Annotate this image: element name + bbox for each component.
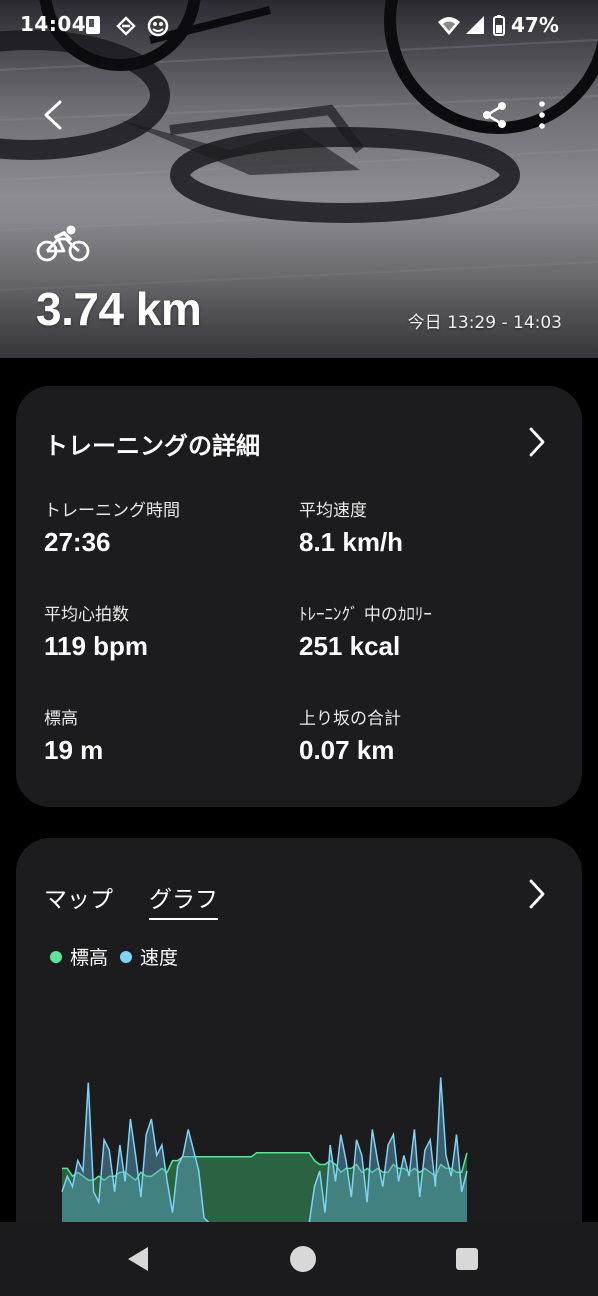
metric-label: 上り坂の合計 — [299, 709, 401, 729]
system-nav-bar — [0, 1222, 598, 1296]
share-icon[interactable] — [480, 100, 510, 130]
metric-avg-speed: 平均速度 8.1 km/h — [299, 496, 403, 558]
metric-avg-heart-rate: 平均心拍数 119 bpm — [44, 600, 148, 662]
battery-icon — [493, 15, 505, 36]
nav-recents-icon[interactable] — [454, 1244, 480, 1274]
app-notification-icon — [147, 15, 169, 37]
sim-icon — [86, 16, 100, 34]
chevron-right-icon[interactable] — [526, 878, 548, 910]
status-time: 14:04 — [20, 12, 87, 36]
metric-value: 251 kcal — [299, 631, 401, 661]
chevron-right-icon[interactable] — [526, 426, 548, 458]
legend-dot — [120, 950, 133, 963]
metric-calories: ﾄﾚｰﾆﾝｸﾞ 中のｶﾛﾘｰ 251 kcal — [299, 600, 432, 662]
legend-item-speed: 速度 — [120, 943, 178, 970]
workout-chart — [61, 1077, 468, 1223]
metric-label: 平均心拍数 — [44, 605, 129, 625]
metric-value: 19 m — [44, 735, 104, 765]
legend-label: 標高 — [70, 947, 109, 969]
training-details-card[interactable]: トレーニングの詳細 トレーニング時間 27:36 平均速度 8.1 km/h 平… — [16, 386, 582, 807]
metric-duration: トレーニング時間 27:36 — [44, 496, 180, 558]
metric-label: 標高 — [44, 709, 78, 729]
metric-value: 119 bpm — [44, 631, 149, 661]
metric-value: 0.07 km — [299, 735, 395, 765]
workout-datetime: 今日 13:29 - 14:03 — [407, 313, 562, 333]
battery-percent: 47% — [511, 13, 559, 37]
card-title: トレーニングの詳細 — [44, 432, 260, 460]
legend-dot — [50, 950, 62, 963]
back-icon[interactable] — [38, 98, 70, 132]
metric-value: 27:36 — [44, 527, 111, 557]
legend-label: 速度 — [140, 947, 179, 969]
more-options-icon[interactable] — [532, 100, 552, 130]
workout-detail-screen: 14:04 47% 3.74 km 今日 13:29 - 14:03 トレーニン… — [0, 0, 598, 1296]
signal-icon — [466, 16, 484, 34]
metric-total-uphill: 上り坂の合計 0.07 km — [299, 704, 401, 766]
tab-graph[interactable]: グラフ — [149, 880, 218, 920]
tab-map[interactable]: マップ — [44, 880, 113, 914]
metric-label: トレーニング時間 — [44, 501, 180, 521]
hero-banner: 14:04 47% 3.74 km 今日 13:29 - 14:03 — [0, 0, 598, 358]
sync-icon — [116, 16, 136, 36]
nav-home-icon[interactable] — [288, 1244, 318, 1274]
metric-value: 8.1 km/h — [299, 527, 404, 557]
metric-label: ﾄﾚｰﾆﾝｸﾞ 中のｶﾛﾘｰ — [299, 605, 432, 625]
legend-item-elevation: 標高 — [50, 943, 108, 970]
metric-elevation: 標高 19 m — [44, 704, 103, 766]
distance-value: 3.74 km — [36, 283, 202, 335]
cycling-icon — [36, 225, 90, 262]
chart-legend: 標高 速度 — [50, 943, 190, 970]
metric-label: 平均速度 — [299, 501, 367, 521]
status-bar: 14:04 47% — [0, 0, 598, 52]
wifi-icon — [438, 17, 460, 35]
nav-back-icon[interactable] — [124, 1244, 152, 1274]
